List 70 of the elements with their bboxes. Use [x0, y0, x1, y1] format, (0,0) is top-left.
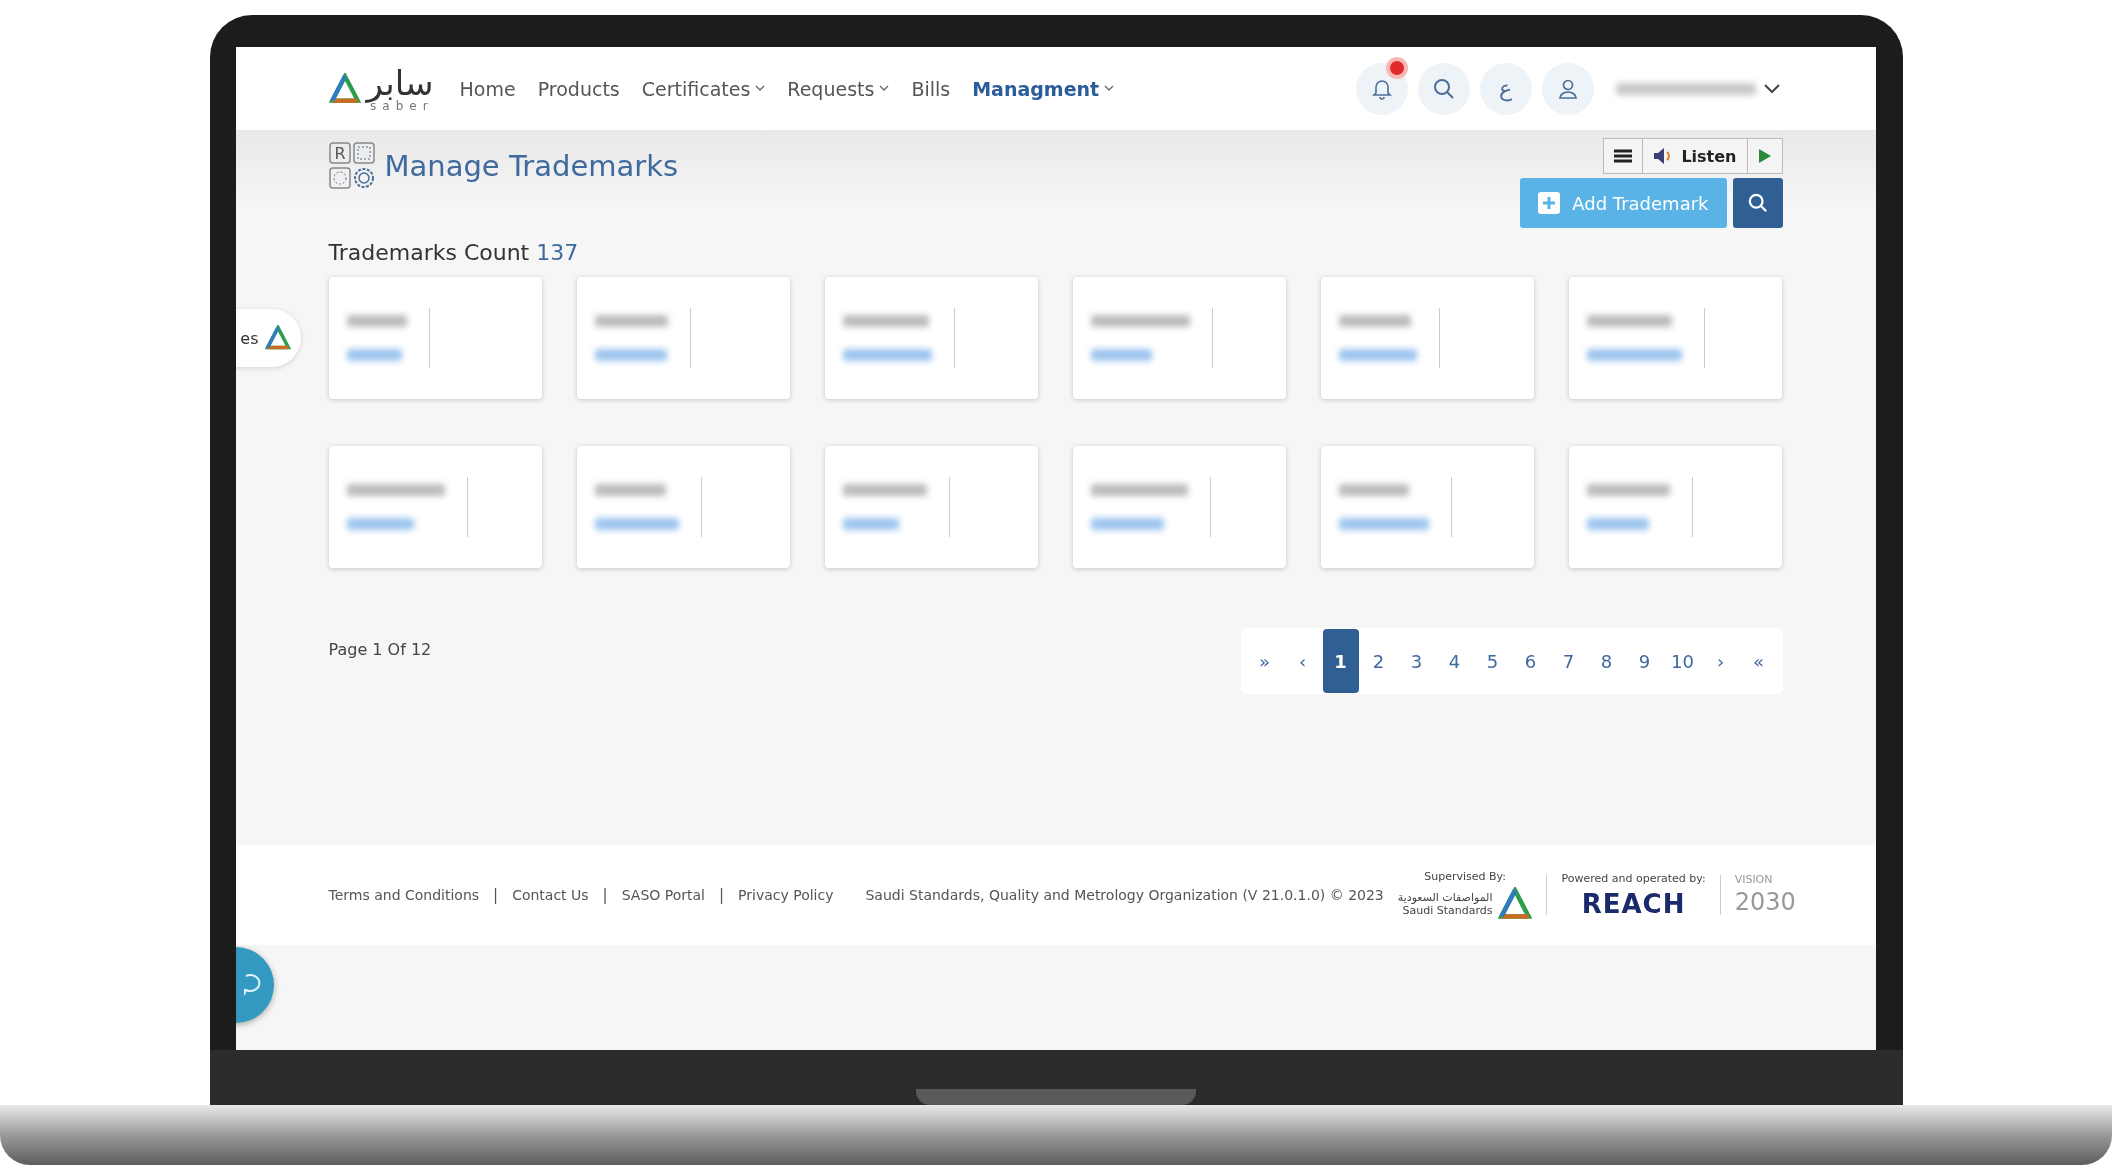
reach-logo-text: REACH [1581, 888, 1686, 919]
trademark-card[interactable] [1072, 277, 1286, 399]
saso-english-text: Saudi Standards [1402, 903, 1493, 917]
blurred-trademark-code [1586, 518, 1649, 530]
page-button[interactable]: 10 [1664, 629, 1701, 693]
blurred-trademark-code [346, 349, 402, 361]
search-icon [1747, 193, 1768, 213]
nav-link[interactable]: Requests [787, 77, 890, 100]
page-button[interactable]: 1 [1322, 629, 1359, 693]
page-button[interactable]: 2 [1360, 629, 1397, 693]
trademarks-count: Trademarks Count 137 [328, 240, 580, 265]
trademark-card[interactable] [1072, 446, 1286, 568]
plus-icon [1538, 192, 1561, 214]
link-separator: | [493, 886, 499, 904]
footer-link[interactable]: Terms and Conditions [328, 887, 480, 903]
trademark-card[interactable] [1568, 446, 1782, 568]
language-button[interactable]: ع [1479, 62, 1532, 115]
page-button[interactable]: 6 [1512, 629, 1549, 693]
trademark-card[interactable] [824, 277, 1038, 399]
page-button[interactable]: 9 [1626, 629, 1663, 693]
bell-icon [1371, 77, 1392, 100]
nav-link[interactable]: Products [537, 77, 620, 100]
saso-arabic-text: المواصفات السعودية [1397, 890, 1493, 904]
blurred-trademark-code [1090, 349, 1152, 361]
link-separator: | [719, 886, 725, 904]
link-separator: | [602, 886, 608, 904]
chevron-down-icon [1763, 83, 1780, 94]
search-icon [1432, 77, 1455, 100]
nav-link[interactable]: Bills [911, 77, 951, 100]
trademark-card[interactable] [1568, 277, 1782, 399]
previous-page-button[interactable]: ‹ [1284, 629, 1321, 693]
footer-link[interactable]: Privacy Policy [738, 887, 834, 903]
page-button[interactable]: 5 [1474, 629, 1511, 693]
blurred-trademark-code [842, 518, 899, 530]
triangle-logo-icon [1498, 886, 1533, 921]
trademark-card[interactable] [824, 446, 1038, 568]
first-page-button[interactable]: » [1246, 629, 1283, 693]
page-button[interactable]: 4 [1436, 629, 1473, 693]
search-button[interactable] [1732, 178, 1783, 228]
vision-year: 2030 [1734, 886, 1796, 917]
trademark-card[interactable] [328, 446, 542, 568]
page-button[interactable]: 7 [1550, 629, 1587, 693]
page-button[interactable]: 8 [1588, 629, 1625, 693]
page-title: Manage Trademarks [384, 149, 679, 183]
nav-link[interactable]: Managment [972, 77, 1115, 100]
side-tab-label: es [240, 328, 259, 348]
trademark-card[interactable] [576, 277, 790, 399]
footer-link[interactable]: SASO Portal [621, 887, 705, 903]
triangle-logo-icon [328, 72, 361, 105]
next-page-button[interactable]: › [1702, 629, 1739, 693]
supervised-label: Supervised By: [1424, 869, 1506, 883]
copyright-text: Saudi Standards, Quality and Metrology Organization (V 21.0.1.0) © 2023 [865, 887, 1384, 903]
last-page-button[interactable]: « [1740, 629, 1777, 693]
nav-link[interactable]: Certificates [641, 77, 766, 100]
page-summary: Page 1 Of 12 [328, 640, 432, 659]
blurred-trademark-code [346, 518, 414, 530]
trademark-card[interactable] [576, 446, 790, 568]
user-icon [1557, 77, 1578, 100]
trademark-card[interactable] [1320, 277, 1534, 399]
side-tab[interactable]: es [235, 309, 301, 367]
vision-label: VISION [1734, 873, 1773, 887]
trademark-card[interactable] [1320, 446, 1534, 568]
page-button[interactable]: 3 [1398, 629, 1435, 693]
nav-link[interactable]: Home [459, 77, 516, 100]
trademark-card[interactable] [328, 277, 542, 399]
play-icon [1757, 148, 1772, 164]
menu-icon [1614, 149, 1633, 163]
footer-link[interactable]: Contact Us [512, 887, 589, 903]
powered-label: Powered and operated by: [1561, 871, 1706, 885]
triangle-logo-icon [264, 325, 291, 351]
